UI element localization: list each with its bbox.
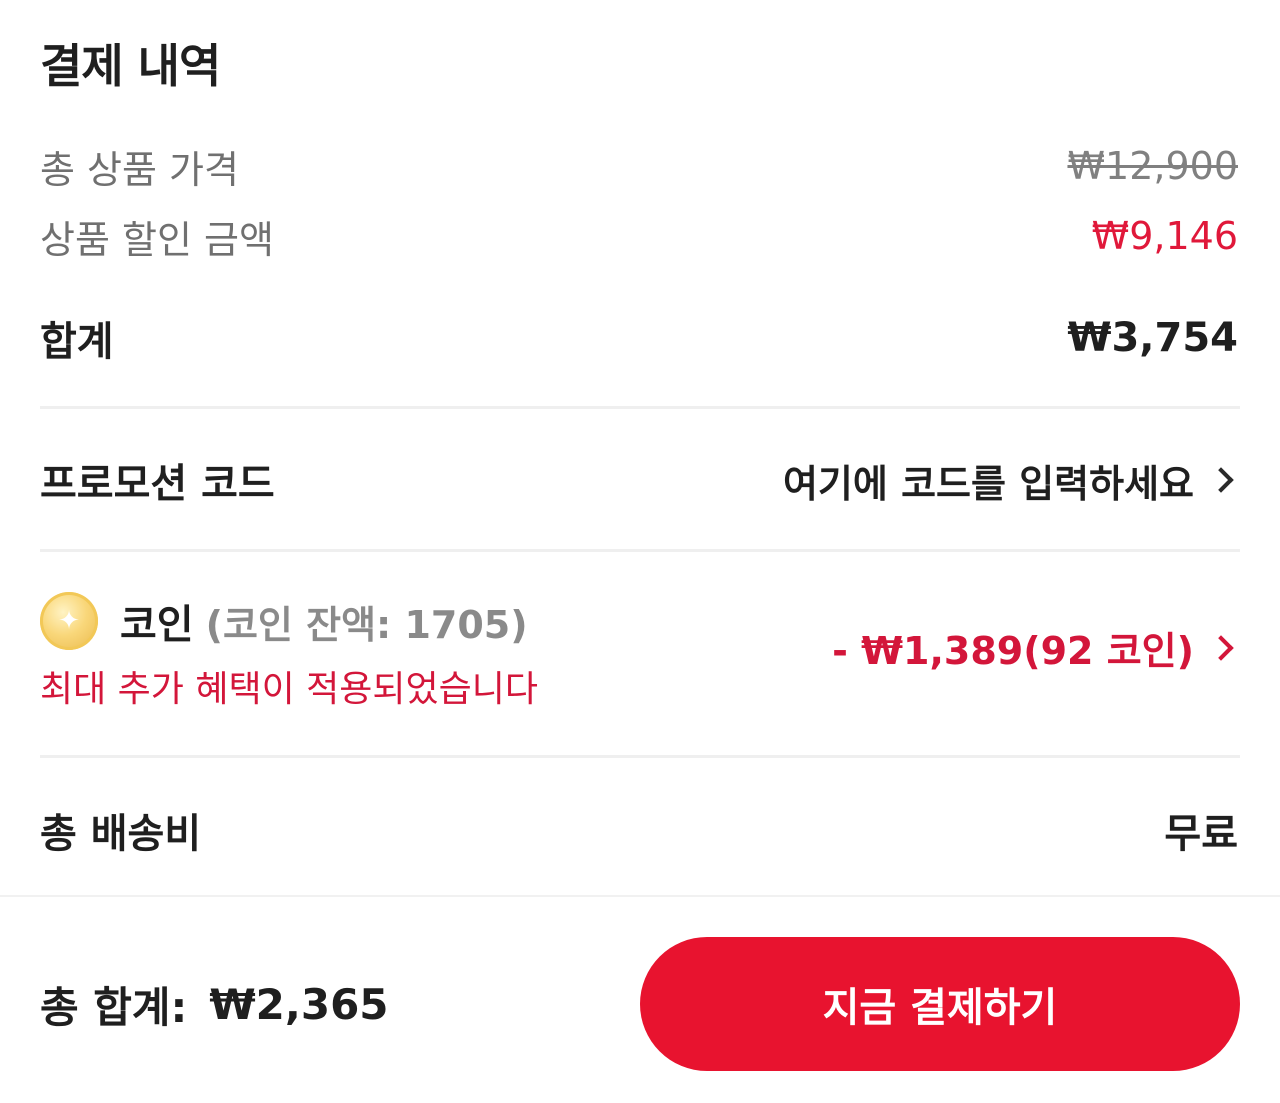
checkout-footer: 총 합계: ₩2,365 지금 결제하기 (40, 937, 1240, 1071)
grand-total-label: 총 합계: (40, 982, 188, 1032)
promo-code-entry[interactable]: 여기에 코드를 입력하세요 (783, 453, 1238, 508)
sparkle-icon: ✦ (58, 606, 80, 636)
product-discount-value: ₩9,146 (1091, 214, 1238, 258)
shipping-row: 총 배송비 무료 (40, 800, 1238, 860)
coin-label: 코인 (120, 602, 194, 648)
shipping-label: 총 배송비 (40, 811, 202, 857)
promo-code-row[interactable]: 프로모션 코드 여기에 코드를 입력하세요 (40, 452, 1238, 508)
subtotal-label: 합계 (40, 319, 114, 365)
chevron-right-icon[interactable] (1208, 467, 1234, 493)
footer-divider (0, 895, 1280, 897)
product-discount-row: 상품 할인 금액 ₩9,146 (40, 210, 1238, 262)
divider (40, 406, 1240, 409)
pay-now-button[interactable]: 지금 결제하기 (640, 937, 1240, 1071)
divider (40, 549, 1240, 552)
payment-summary-page: 결제 내역 총 상품 가격 ₩12,900 상품 할인 금액 ₩9,146 합계… (0, 0, 1280, 1103)
section-title: 결제 내역 (40, 39, 221, 93)
product-discount-label: 상품 할인 금액 (40, 217, 274, 262)
coin-header: ✦ 코인 (코인 잔액: 1705) (40, 590, 528, 652)
grand-total-value: ₩2,365 (209, 979, 389, 1029)
coin-discount-selector[interactable]: - ₩1,389(92 코인) (832, 620, 1238, 675)
coin-balance: (코인 잔액: 1705) (205, 602, 528, 647)
coin-section: ✦ 코인 (코인 잔액: 1705) 최대 추가 혜택이 적용되었습니다 - ₩… (40, 590, 1238, 720)
chevron-right-icon[interactable] (1208, 634, 1234, 661)
divider (40, 755, 1240, 758)
promo-code-input[interactable]: 여기에 코드를 입력하세요 (783, 453, 1194, 508)
promo-code-label: 프로모션 코드 (40, 461, 275, 507)
total-product-price-row: 총 상품 가격 ₩12,900 (40, 140, 1238, 192)
coin-discount-value[interactable]: - ₩1,389(92 코인) (832, 620, 1194, 675)
shipping-value: 무료 (1164, 811, 1238, 857)
coin-benefit-text: 최대 추가 혜택이 적용되었습니다 (40, 669, 539, 710)
subtotal-value: ₩3,754 (1067, 315, 1238, 361)
grand-total: 총 합계: ₩2,365 (40, 974, 389, 1035)
subtotal-row: 합계 ₩3,754 (40, 308, 1238, 368)
total-product-price-value: ₩12,900 (1067, 144, 1238, 188)
total-product-price-label: 총 상품 가격 (40, 147, 239, 192)
coin-icon: ✦ (40, 592, 98, 650)
